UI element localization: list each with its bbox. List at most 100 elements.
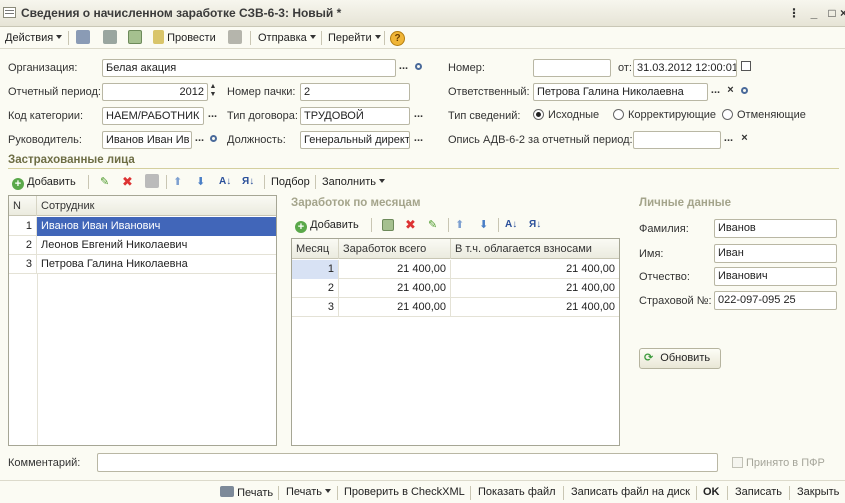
maximize-button[interactable]: □	[824, 5, 840, 21]
taxed-cell[interactable]: 21 400,00	[451, 298, 619, 317]
taxed-cell[interactable]: 21 400,00	[451, 260, 619, 279]
post-button[interactable]: Провести	[153, 30, 216, 46]
help-button[interactable]: ?	[390, 30, 405, 46]
date-field[interactable]: 31.03.2012 12:00:01	[633, 59, 737, 77]
column-header[interactable]: Заработок всего	[339, 239, 451, 259]
copy-icon-button[interactable]	[128, 30, 142, 46]
edit-button[interactable]: ✎	[100, 174, 109, 190]
minimize-button[interactable]: _	[806, 5, 822, 21]
position-select-button[interactable]: ...	[410, 131, 427, 149]
show-file-button[interactable]: Показать файл	[478, 486, 556, 498]
total-cell[interactable]: 21 400,00	[339, 298, 451, 317]
month-cell[interactable]: 2	[292, 279, 339, 298]
window-menu-button[interactable]: ⋮	[786, 5, 802, 21]
type-radio-cancel[interactable]: Отменяющие	[722, 109, 806, 121]
sort-desc-button[interactable]: Я↓	[529, 217, 541, 233]
accepted-checkbox[interactable]: Принято в ПФР	[732, 457, 825, 469]
period-spin-button[interactable]: ▲ ▼	[207, 83, 219, 101]
window-title: Сведения о начисленном заработке СЗВ-6-3…	[21, 6, 342, 20]
employee-cell[interactable]: Иванов Иван Иванович	[37, 217, 276, 236]
move-up-button[interactable]: ⬆	[455, 217, 464, 233]
column-header[interactable]: Месяц	[292, 239, 339, 259]
name-field[interactable]: Иван	[714, 244, 837, 263]
employee-cell[interactable]: Петрова Галина Николаевна	[37, 255, 276, 274]
check-xml-button[interactable]: Проверить в CheckXML	[344, 486, 465, 498]
type-radio-original[interactable]: Исходные	[533, 109, 599, 121]
delete-button[interactable]: ✖	[122, 174, 133, 190]
chevron-down-icon	[309, 35, 316, 39]
table-row[interactable]: 1 21 400,00 21 400,00	[292, 260, 619, 279]
comment-field[interactable]	[97, 453, 718, 472]
adv-clear-button[interactable]: ×	[736, 131, 753, 149]
edit-button[interactable]: ✎	[428, 217, 437, 233]
month-cell[interactable]: 1	[292, 260, 339, 279]
contract-select-button[interactable]: ...	[410, 107, 427, 125]
surname-field[interactable]: Иванов	[714, 219, 837, 238]
snils-field[interactable]: 022-097-095 25	[714, 291, 837, 310]
pack-field[interactable]: 2	[300, 83, 410, 101]
table-row[interactable]: 2 Леонов Евгений Николаевич	[9, 236, 276, 255]
move-down-button[interactable]: ⬇	[479, 217, 488, 233]
refresh-button[interactable]: ⟳ Обновить	[639, 348, 721, 369]
print-button[interactable]: Печать	[220, 486, 273, 499]
patronymic-field[interactable]: Иванович	[714, 267, 837, 286]
write-file-button[interactable]: Записать файл на диск	[571, 486, 690, 498]
unpost-icon-button[interactable]	[228, 30, 242, 46]
responsible-search-button[interactable]	[736, 83, 753, 101]
save-icon-button[interactable]	[76, 30, 90, 46]
close-window-button[interactable]: ×	[840, 5, 845, 21]
pick-button[interactable]: Подбор	[271, 174, 310, 190]
category-select-button[interactable]: ...	[204, 107, 221, 125]
actions-menu[interactable]: Действия	[5, 30, 63, 46]
fill-menu[interactable]: Заполнить	[322, 174, 386, 190]
position-field[interactable]: Генеральный директ	[300, 131, 410, 149]
taxed-cell[interactable]: 21 400,00	[451, 279, 619, 298]
month-cell[interactable]: 3	[292, 298, 339, 317]
table-row[interactable]: 3 Петрова Галина Николаевна	[9, 255, 276, 274]
move-down-button[interactable]: ⬇	[196, 174, 205, 190]
adv-field[interactable]	[633, 131, 721, 149]
table-row[interactable]: 1 Иванов Иван Иванович	[9, 217, 276, 236]
sort-asc-button[interactable]: A↓	[219, 174, 231, 190]
head-search-button[interactable]	[205, 131, 222, 149]
move-up-button[interactable]: ⬆	[173, 174, 182, 190]
column-header[interactable]: N	[9, 196, 37, 216]
total-cell[interactable]: 21 400,00	[339, 260, 451, 279]
insured-table[interactable]: N Сотрудник 1 Иванов Иван Иванович 2 Лео…	[8, 195, 277, 446]
org-search-button[interactable]	[410, 59, 427, 77]
type-radio-corrective[interactable]: Корректирующие	[613, 109, 716, 121]
contract-field[interactable]: ТРУДОВОЙ	[300, 107, 410, 125]
total-cell[interactable]: 21 400,00	[339, 279, 451, 298]
print-menu[interactable]: Печать	[286, 486, 332, 498]
ok-button[interactable]: OK	[703, 486, 720, 498]
search-icon	[741, 87, 748, 94]
column-header[interactable]: Сотрудник	[37, 196, 276, 216]
table-row[interactable]: 2 21 400,00 21 400,00	[292, 279, 619, 298]
insured-add-button[interactable]: + Добавить	[12, 174, 76, 190]
close-button[interactable]: Закрыть	[797, 486, 839, 498]
table-header: Месяц Заработок всего В т.ч. облагается …	[292, 239, 619, 259]
head-field[interactable]: Иванов Иван Ив	[102, 131, 192, 149]
delete-button[interactable]: ✖	[405, 217, 416, 233]
sort-asc-button[interactable]: A↓	[505, 217, 517, 233]
goto-menu[interactable]: Перейти	[328, 30, 381, 46]
send-menu[interactable]: Отправка	[258, 30, 316, 46]
copy-row-button[interactable]	[382, 217, 394, 233]
earnings-table[interactable]: Месяц Заработок всего В т.ч. облагается …	[291, 238, 620, 446]
number-field[interactable]	[533, 59, 611, 77]
employee-cell[interactable]: Леонов Евгений Николаевич	[37, 236, 276, 255]
adv-select-button[interactable]: ...	[720, 131, 737, 149]
calendar-button[interactable]	[737, 59, 754, 77]
column-header[interactable]: В т.ч. облагается взносами	[451, 239, 619, 259]
period-field[interactable]: 2012	[102, 83, 208, 101]
post-close-icon-button[interactable]	[103, 30, 117, 46]
personal-section-title: Личные данные	[639, 197, 731, 209]
end-edit-button[interactable]	[145, 174, 159, 190]
org-field[interactable]: Белая акация	[102, 59, 396, 77]
category-field[interactable]: НАЕМ/РАБОТНИК	[102, 107, 204, 125]
responsible-field[interactable]: Петрова Галина Николаевна	[533, 83, 708, 101]
table-row[interactable]: 3 21 400,00 21 400,00	[292, 298, 619, 317]
sort-desc-button[interactable]: Я↓	[242, 174, 254, 190]
save-button[interactable]: Записать	[735, 486, 782, 498]
earnings-add-button[interactable]: + Добавить	[295, 217, 359, 233]
